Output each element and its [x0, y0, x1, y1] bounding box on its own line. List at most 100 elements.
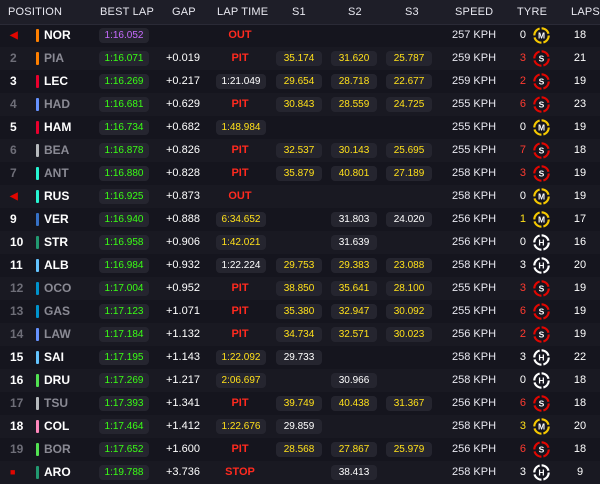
- sector-1-time: 29.753: [276, 258, 322, 273]
- last-lap-time: 1:21.049: [216, 74, 266, 89]
- tyre-age: 3: [519, 282, 526, 294]
- speed-trap: 255 KPH: [452, 121, 497, 133]
- table-row[interactable]: ◀ RUS 1:16.925 +0.873 OUT 258 KPH 0 M 19: [0, 185, 600, 208]
- sector-2-time: 31.803: [331, 212, 377, 227]
- table-row[interactable]: 9 VER 1:16.940 +0.888 6:34.652 31.803 24.020 25…: [0, 208, 600, 231]
- driver-code[interactable]: GAS: [44, 300, 70, 323]
- header-position: POSITION: [8, 6, 63, 18]
- team-color-bar: [36, 305, 39, 318]
- table-row[interactable]: ◀ NOR 1:16.052 OUT 257 KPH 0 M 18: [0, 24, 600, 47]
- table-row[interactable]: 10 STR 1:16.958 +0.906 1:42.021 31.639 256 KPH…: [0, 231, 600, 254]
- driver-code[interactable]: TSU: [44, 392, 68, 415]
- best-lap-time: 1:16.734: [99, 120, 149, 135]
- hard-tyre-icon: H: [533, 234, 550, 251]
- tyre-compound-letter: M: [538, 422, 545, 432]
- laps-completed: 9: [576, 466, 584, 478]
- sector-3-time: 22.677: [386, 74, 432, 89]
- laps-completed: 18: [573, 144, 587, 156]
- laps-completed: 18: [573, 397, 587, 409]
- best-lap-time: 1:16.681: [99, 97, 149, 112]
- driver-code[interactable]: VER: [44, 208, 69, 231]
- header-laps: LAPS: [571, 6, 600, 18]
- gap-to-leader: +1.341: [166, 397, 200, 409]
- table-row[interactable]: 12 OCO 1:17.004 +0.952 PIT 38.850 35.641 28.100…: [0, 277, 600, 300]
- table-row[interactable]: 5 HAM 1:16.734 +0.682 1:48.984 255 KPH 0 M 19: [0, 116, 600, 139]
- medium-tyre-icon: M: [533, 188, 550, 205]
- sector-1-time: 39.749: [276, 396, 322, 411]
- driver-code[interactable]: RUS: [44, 185, 69, 208]
- team-color-bar: [36, 282, 39, 295]
- driver-code[interactable]: ARO: [44, 461, 71, 484]
- team-color-bar: [36, 328, 39, 341]
- driver-code[interactable]: HAD: [44, 93, 70, 116]
- best-lap-time: 1:16.269: [99, 74, 149, 89]
- driver-code[interactable]: STR: [44, 231, 68, 254]
- best-lap-time: 1:17.393: [99, 396, 149, 411]
- speed-trap: 256 KPH: [452, 328, 497, 340]
- driver-code[interactable]: HAM: [44, 116, 71, 139]
- table-row[interactable]: 7 ANT 1:16.880 +0.828 PIT 35.879 40.801 27.189 2…: [0, 162, 600, 185]
- laps-completed: 17: [573, 213, 587, 225]
- tyre-compound-letter: H: [538, 468, 544, 478]
- team-color-bar: [36, 236, 39, 249]
- table-row[interactable]: 6 BEA 1:16.878 +0.826 PIT 32.537 30.143 25.695 2…: [0, 139, 600, 162]
- soft-tyre-icon: S: [533, 142, 550, 159]
- soft-tyre-icon: S: [533, 50, 550, 67]
- driver-code[interactable]: OCO: [44, 277, 71, 300]
- speed-trap: 255 KPH: [452, 144, 497, 156]
- gap-to-leader: +0.682: [166, 121, 200, 133]
- best-lap-time: 1:19.788: [99, 465, 149, 480]
- best-lap-time: 1:16.984: [99, 258, 149, 273]
- table-row[interactable]: 2 PIA 1:16.071 +0.019 PIT 35.174 31.620 25.787 2…: [0, 47, 600, 70]
- table-row[interactable]: 14 LAW 1:17.184 +1.132 PIT 34.734 32.571 30.023…: [0, 323, 600, 346]
- table-row[interactable]: 19 BOR 1:17.652 +1.600 PIT 28.568 27.867 25.979…: [0, 438, 600, 461]
- tyre-age: 1: [519, 213, 526, 225]
- pit-status: PIT: [231, 443, 249, 455]
- best-lap-time: 1:17.652: [99, 442, 149, 457]
- position-number: 4: [10, 97, 17, 111]
- table-row[interactable]: 11 ALB 1:16.984 +0.932 1:22.224 29.753 29.383 2…: [0, 254, 600, 277]
- speed-trap: 258 KPH: [452, 374, 497, 386]
- tyre-compound-letter: H: [538, 376, 544, 386]
- driver-code[interactable]: LAW: [44, 323, 71, 346]
- table-row[interactable]: 18 COL 1:17.464 +1.412 1:22.676 29.859 258 KPH…: [0, 415, 600, 438]
- sector-1-time: 30.843: [276, 97, 322, 112]
- table-row[interactable]: 15 SAI 1:17.195 +1.143 1:22.092 29.733 258 KPH…: [0, 346, 600, 369]
- driver-code[interactable]: DRU: [44, 369, 70, 392]
- driver-code[interactable]: BOR: [44, 438, 71, 461]
- driver-code[interactable]: ALB: [44, 254, 69, 277]
- header-s1: S1: [292, 6, 306, 18]
- tyre-age: 3: [519, 420, 526, 432]
- driver-code[interactable]: COL: [44, 415, 69, 438]
- sector-1-time: 28.568: [276, 442, 322, 457]
- laps-completed: 18: [573, 443, 587, 455]
- team-color-bar: [36, 351, 39, 364]
- speed-trap: 258 KPH: [452, 466, 497, 478]
- best-lap-time: 1:17.184: [99, 327, 149, 342]
- table-row[interactable]: ■ ARO 1:19.788 +3.736 STOP 38.413 258 KPH 3 H 9: [0, 461, 600, 484]
- table-row[interactable]: 3 LEC 1:16.269 +0.217 1:21.049 29.654 28.718 22…: [0, 70, 600, 93]
- table-row[interactable]: 13 GAS 1:17.123 +1.071 PIT 35.380 32.947 30.092…: [0, 300, 600, 323]
- sector-2-time: 32.947: [331, 304, 377, 319]
- sector-2-time: 38.413: [331, 465, 377, 480]
- driver-code[interactable]: BEA: [44, 139, 69, 162]
- sector-2-time: 31.620: [331, 51, 377, 66]
- tyre-compound-letter: S: [539, 146, 545, 156]
- pit-status: PIT: [231, 397, 249, 409]
- tyre-compound-letter: S: [539, 330, 545, 340]
- soft-tyre-icon: S: [533, 395, 550, 412]
- speed-trap: 255 KPH: [452, 98, 497, 110]
- tyre-compound-letter: M: [538, 123, 545, 133]
- driver-code[interactable]: ANT: [44, 162, 69, 185]
- soft-tyre-icon: S: [533, 96, 550, 113]
- driver-code[interactable]: NOR: [44, 24, 71, 47]
- sector-2-time: 31.639: [331, 235, 377, 250]
- table-row[interactable]: 4 HAD 1:16.681 +0.629 PIT 30.843 28.559 24.725 2…: [0, 93, 600, 116]
- table-row[interactable]: 17 TSU 1:17.393 +1.341 PIT 39.749 40.438 31.367…: [0, 392, 600, 415]
- speed-trap: 257 KPH: [452, 29, 497, 41]
- gap-to-leader: +1.412: [166, 420, 200, 432]
- table-row[interactable]: 16 DRU 1:17.269 +1.217 2:06.697 30.966 258 KPH…: [0, 369, 600, 392]
- driver-code[interactable]: SAI: [44, 346, 64, 369]
- driver-code[interactable]: LEC: [44, 70, 68, 93]
- driver-code[interactable]: PIA: [44, 47, 64, 70]
